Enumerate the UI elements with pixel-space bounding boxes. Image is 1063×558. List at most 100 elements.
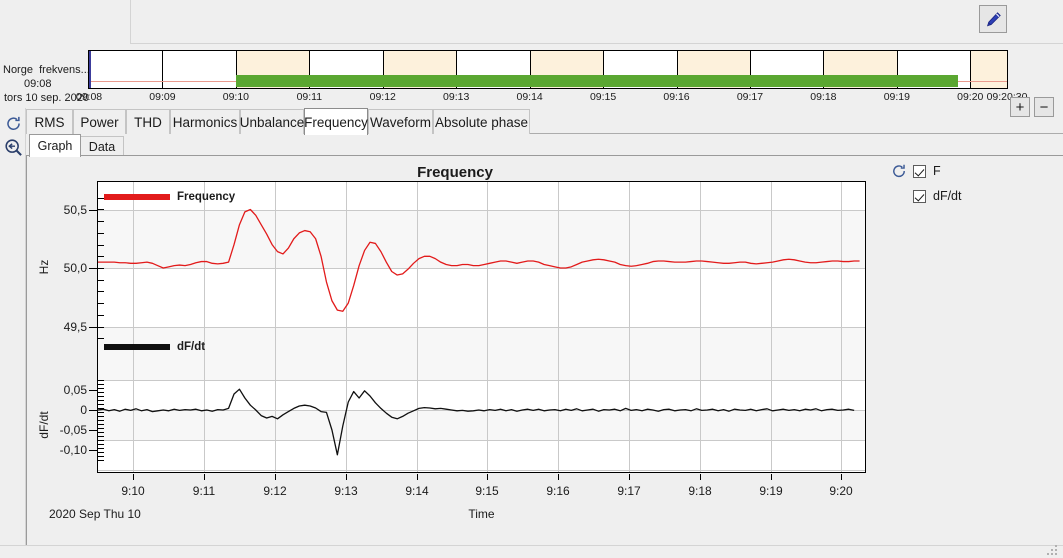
x-axis-tick-label: 9:16 (546, 484, 570, 498)
y-axis-minor-tick (98, 209, 104, 210)
y-axis-minor-tick (98, 233, 104, 234)
x-axis-tick-label: 9:12 (263, 484, 287, 498)
y-axis-minor-tick (98, 460, 104, 461)
y-axis-minor-tick (98, 404, 104, 405)
timeline-tick-label: 09:20 (957, 91, 984, 103)
tab-label: RMS (34, 114, 65, 130)
chart-title: Frequency (417, 164, 493, 181)
timeline-bar[interactable] (88, 50, 1008, 89)
tab-label: Unbalance (239, 114, 305, 130)
series-label: dF/dt (933, 189, 962, 203)
tab-label: THD (134, 114, 162, 130)
y-axis-minor-tick (98, 315, 104, 316)
y-axis-minor-tick (98, 448, 104, 449)
timeline-tick-label: 09:19 (883, 91, 910, 103)
y-axis-minor-tick (98, 420, 104, 421)
subtab-graph[interactable]: Graph (29, 134, 81, 157)
y-axis-minor-tick (98, 388, 104, 389)
refresh-icon (893, 164, 905, 178)
tab-label: Waveform (370, 114, 432, 130)
left-rail (0, 108, 26, 558)
tab-rms[interactable]: RMS (26, 109, 73, 134)
y-axis-title-hz: Hz (37, 259, 51, 275)
y-axis-minor-tick (98, 392, 104, 393)
y-axis-tick (89, 390, 98, 391)
timeline-site-name: Norge (3, 64, 33, 76)
tab-unbalance[interactable]: Unbalance (240, 109, 304, 134)
tab-thd[interactable]: THD (126, 109, 170, 134)
tab-absolute-phase[interactable]: Absolute phase (433, 109, 530, 134)
resize-grip[interactable] (1046, 545, 1060, 556)
timeline-tick-label: 09:14 (516, 91, 543, 103)
toolbar-panel (131, 0, 1063, 44)
y-axis-minor-tick (98, 338, 104, 339)
y-axis-minor-tick (98, 408, 104, 409)
y-axis-tick (89, 430, 98, 431)
plot-area[interactable]: Frequency dF/dt (97, 181, 866, 473)
x-axis-tick-label: 9:13 (334, 484, 358, 498)
status-bar (0, 545, 1063, 558)
tab-label: Frequency (304, 114, 368, 130)
tab-waveform[interactable]: Waveform (368, 109, 433, 134)
y-axis-minor-tick (98, 396, 104, 397)
y-axis-tick-label: 50,5 (63, 202, 87, 217)
legend-swatch (104, 344, 170, 350)
series-toggle-dfdt[interactable]: dF/dt (913, 189, 962, 203)
checkbox-icon[interactable] (913, 189, 926, 203)
y-axis-minor-tick (98, 221, 104, 222)
series-refresh-button[interactable] (890, 162, 908, 180)
y-axis-tick (89, 209, 98, 211)
tab-harmonics[interactable]: Harmonics (170, 109, 240, 134)
series-label: F (933, 164, 941, 178)
series-toggle-f[interactable]: F (913, 164, 941, 178)
y-axis-title-dfdt: dF/dt (37, 411, 51, 439)
y-axis-minor-tick (98, 456, 104, 457)
y-axis-minor-tick (98, 440, 104, 441)
x-axis-tick (558, 474, 559, 480)
y-axis-tick (89, 326, 98, 328)
legend-label: Frequency (177, 191, 236, 203)
x-axis-tick (771, 474, 772, 480)
legend-label: dF/dt (177, 341, 206, 353)
y-axis-minor-tick (98, 428, 104, 429)
y-axis-minor-tick (98, 380, 104, 381)
x-axis-tick (700, 474, 701, 480)
plot-legend-dFdt: dF/dt (104, 341, 205, 353)
legend-swatch (104, 194, 170, 200)
x-axis-date-label: 2020 Sep Thu 10 (49, 507, 141, 521)
tab-frequency[interactable]: Frequency (304, 108, 368, 135)
y-axis-minor-tick (98, 280, 104, 281)
y-axis-tick (89, 410, 98, 411)
y-axis-minor-tick (98, 416, 104, 417)
x-axis-tick-label: 9:18 (688, 484, 712, 498)
timeline-tick-label: 09:08 (75, 91, 103, 103)
frequency-chart: Frequency Frequency dF/dt 9:10 9:11 9:12 9:1… (27, 156, 883, 543)
tab-label: Power (80, 114, 119, 130)
x-axis-tick-label: 9:17 (617, 484, 641, 498)
subtab-data[interactable]: Data (80, 136, 124, 157)
x-axis-tick (204, 474, 205, 480)
timeline-tick-label: 09:16 (663, 91, 690, 103)
content-panel: Frequency Frequency dF/dt 9:10 9:11 9:12 9:1… (26, 155, 1063, 545)
x-axis-title: Time (468, 507, 495, 521)
x-axis-tick (275, 474, 276, 480)
y-axis-minor-tick (98, 444, 104, 445)
y-axis-minor-tick (98, 327, 104, 328)
analysis-tabs: RMS Power THD Harmonics Unbalance Frequency Wa… (0, 108, 1063, 135)
tab-power[interactable]: Power (73, 109, 126, 134)
timeline-tick-label: 09:18 (810, 91, 837, 103)
timeline-tick-label: 09:17 (736, 91, 764, 103)
timeline-tick-label: 09:15 (589, 91, 617, 103)
y-axis-minor-tick (98, 432, 104, 433)
y-axis-minor-tick (98, 452, 104, 453)
x-axis-tick-label: 9:20 (829, 484, 853, 498)
y-axis-tick-label: 50,0 (63, 261, 87, 275)
y-axis-minor-tick (98, 400, 104, 401)
edit-pencil-button[interactable] (979, 5, 1007, 33)
x-axis-tick-label: 9:19 (759, 484, 783, 498)
x-axis-tick-label: 9:15 (475, 484, 499, 498)
timeline-tick-label: 09:12 (369, 91, 396, 103)
x-axis-tick (417, 474, 418, 480)
checkbox-icon[interactable] (913, 164, 926, 178)
timeline-tick-label: 09:13 (443, 91, 470, 103)
